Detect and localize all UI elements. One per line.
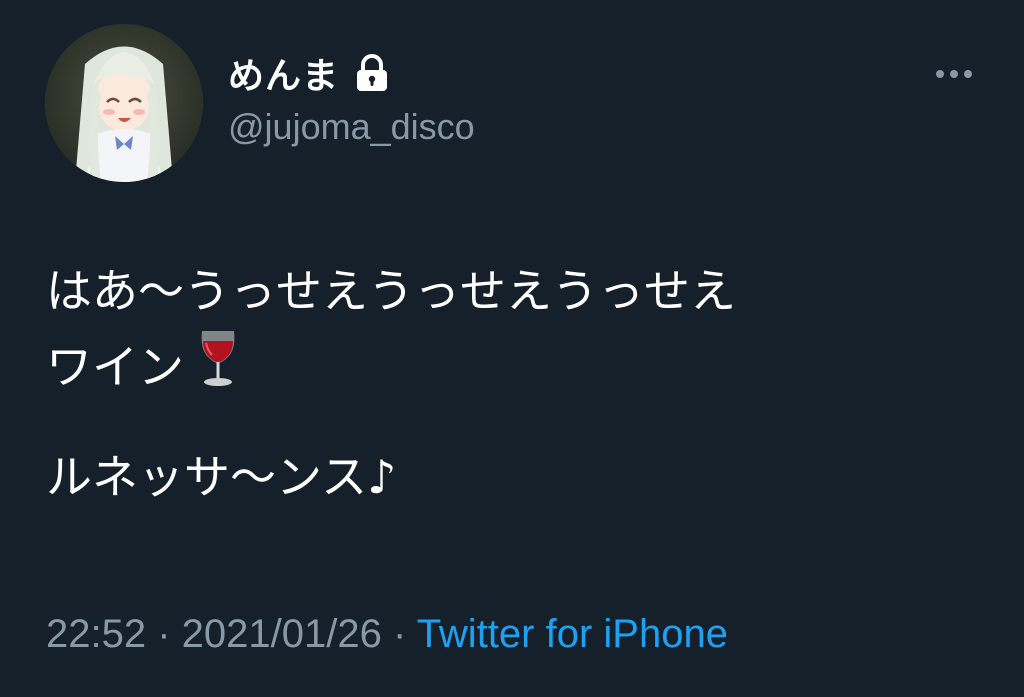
meta-separator: ·: [381, 612, 417, 656]
tweet-line-3: ルネッサ〜ンス♪: [46, 450, 397, 504]
lock-icon: [353, 53, 391, 93]
display-name-row: めんま: [228, 48, 391, 98]
avatar[interactable]: [45, 24, 203, 182]
user-handle[interactable]: @jujoma_disco: [228, 106, 475, 148]
tweet-time[interactable]: 22:52: [46, 612, 146, 656]
tweet-source-link[interactable]: Twitter for iPhone: [417, 612, 728, 656]
tweet-line-2-text: ワイン: [46, 340, 184, 394]
tweet-text: はあ〜うっせえうっせえうっせえ ワイン ルネッサ〜ンス♪: [46, 255, 996, 513]
meta-separator: ·: [146, 612, 182, 656]
tweet-card: めんま @jujoma_disco はあ〜うっせえうっせえうっせえ ワイン ルネ…: [0, 0, 1024, 697]
display-name[interactable]: めんま: [228, 47, 339, 99]
tweet-date[interactable]: 2021/01/26: [182, 612, 382, 656]
wine-glass-icon: [194, 327, 242, 389]
tweet-meta: 22:52 · 2021/01/26 · Twitter for iPhone: [46, 612, 728, 657]
tweet-line-1: はあ〜うっせえうっせえうっせえ: [46, 264, 736, 318]
more-options-icon[interactable]: [930, 62, 978, 86]
tweet-line-2: ワイン: [46, 327, 996, 403]
